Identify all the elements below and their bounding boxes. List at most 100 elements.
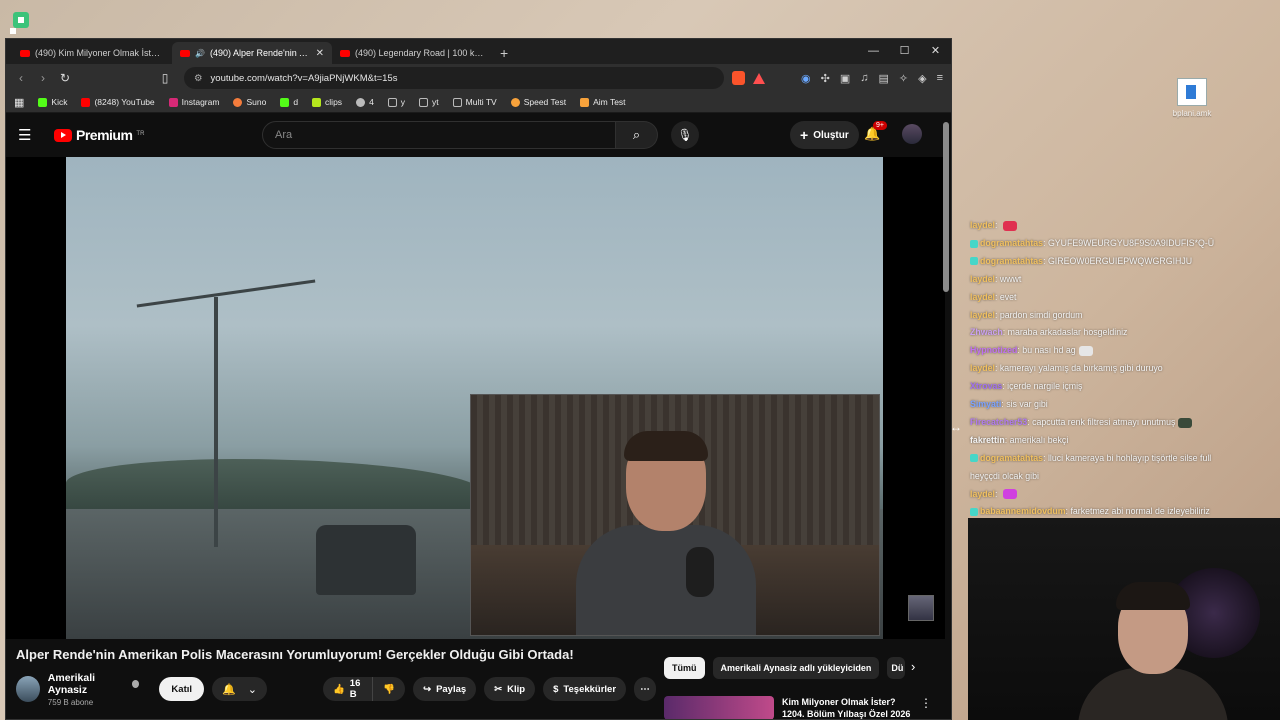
chat-username[interactable]: babaannemidovdum [980,506,1066,516]
tab-title: (490) Kim Milyoner Olmak İster? 120 [35,48,164,58]
menu-icon[interactable]: ≡ [937,72,943,84]
account-avatar[interactable] [902,124,922,144]
chat-message: Simyati: sis var gibi [970,399,1048,409]
scrollbar[interactable] [943,114,949,719]
chat-username[interactable]: dogramatahtas [980,256,1043,266]
voice-search-button[interactable]: 🎙 [671,121,699,149]
brave-shield-icon[interactable] [732,71,745,85]
screenshot-icon[interactable]: ▣ [840,72,850,85]
chat-username[interactable]: Hypnotized [970,345,1017,355]
bookmark-item[interactable]: Kick [38,97,67,107]
youtube-logo[interactable]: Premium TR [54,127,144,143]
bookmark-item[interactable]: clips [312,97,342,107]
reload-icon[interactable]: ↻ [58,71,72,85]
forward-icon[interactable]: › [36,71,50,85]
leo-icon[interactable]: ✧ [899,72,908,85]
tab-3[interactable]: (490) Legendary Road | 100 km/h - Y [332,42,492,64]
chat-username[interactable]: laydel [970,489,995,499]
bookmark-item[interactable]: Instagram [168,97,219,107]
close-tab-icon[interactable]: ✕ [316,48,324,59]
chip-other[interactable]: Dü [887,657,906,679]
new-tab-button[interactable]: + [492,45,516,64]
chevron-right-icon[interactable]: › [911,659,915,674]
bookmark-item[interactable]: (8248) YouTube [81,97,155,107]
tab-1[interactable]: (490) Kim Milyoner Olmak İster? 120 [12,42,172,64]
wallet-icon[interactable]: ▤ [878,72,888,85]
extension-icon[interactable]: ◉ [801,72,811,85]
minimize-button[interactable]: — [858,39,889,64]
more-icon[interactable]: ⋮ [920,696,932,719]
bookmark-item[interactable]: 4 [356,97,374,107]
recommended-video[interactable]: Kim Milyoner Olmak İster? 1204. Bölüm Yı… [664,696,932,719]
chat-text: sis var gibi [1006,399,1048,409]
subscriber-count: 759 B abone [47,697,94,707]
chat-username[interactable]: Zhwach [970,327,1003,337]
tab-2[interactable]: 🔊 (490) Alper Rende'nin Amerik ✕ [172,42,332,64]
notifications-button[interactable]: 🔔 9+ [864,121,887,142]
subscription-bell-button[interactable]: 🔔 ⌄ [212,677,267,701]
video-frame[interactable] [66,157,883,639]
chat-username[interactable]: laydel [970,220,995,230]
share-button[interactable]: ↪ Paylaş [413,677,477,701]
url-field[interactable]: ⚙ youtube.com/watch?v=A9jiaPNjWKM&t=15s [184,67,724,89]
bookmark-folder[interactable]: yt [419,97,439,107]
chat-username[interactable]: fakrettin [970,435,1005,445]
close-window-button[interactable]: ✕ [920,39,951,64]
more-actions-button[interactable]: ⋯ [634,677,657,701]
youtube-header: ☰ Premium TR Ara ⌕ 🎙 + Oluştur 🔔 9+ [6,114,951,156]
chat-username[interactable]: dogramatahtas [980,238,1043,248]
extension-icons: ◉ ✣ ▣ ♫ ▤ ✧ ◈ ≡ [801,72,943,85]
search-input[interactable]: Ara [262,121,616,149]
like-count: 16 B [349,678,361,700]
vpn-icon[interactable]: ◈ [918,72,926,85]
bookmark-item[interactable]: d [280,97,298,107]
maximize-button[interactable]: ☐ [889,39,920,64]
desktop-app-icon[interactable] [10,10,32,34]
bell-icon: 🔔 [222,683,236,696]
chat-username[interactable]: laydel [970,310,995,320]
hamburger-menu-icon[interactable]: ☰ [18,126,42,144]
youtube-page: ☰ Premium TR Ara ⌕ 🎙 + Oluştur 🔔 9+ Alpe… [6,114,951,719]
channel-watermark[interactable] [908,595,934,621]
bookmark-item[interactable]: Speed Test [510,97,566,107]
chat-username[interactable]: laydel [970,292,995,302]
video-player[interactable] [6,157,945,639]
join-button[interactable]: Katıl [159,677,205,701]
dislike-button[interactable]: 👎 [373,677,406,701]
music-icon[interactable]: ♫ [860,72,868,84]
chat-username[interactable]: Simyati [970,399,1001,409]
bookmark-icon[interactable]: ▯ [158,71,172,85]
channel-name[interactable]: Amerikali Aynasiz [48,672,140,696]
chat-badge-icon [970,454,978,463]
chat-username[interactable]: laydel [970,363,995,373]
chat-username[interactable]: Firecatcher53 [970,417,1027,427]
desktop-file[interactable]: bplani.amk [1168,78,1216,118]
chip-all[interactable]: Tümü [664,657,705,679]
video-thumbnail[interactable] [664,696,774,719]
like-button[interactable]: 👍 16 B [322,677,374,701]
bookmark-item[interactable]: Aim Test [580,97,626,107]
streamer-figure [576,431,756,635]
scrollbar-thumb[interactable] [943,122,949,292]
desktop-file-label: bplani.amk [1172,109,1212,118]
thanks-button[interactable]: $ Teşekkürler [543,677,627,701]
bookmark-item[interactable]: Suno [233,97,266,107]
bookmark-item[interactable]: Multi TV [452,97,497,107]
channel-avatar[interactable] [16,676,40,702]
back-icon[interactable]: ‹ [14,71,28,85]
chip-from-uploader[interactable]: Amerikali Aynasiz adlı yükleyiciden [712,657,880,679]
chat-username[interactable]: dogramatahtas [980,453,1043,463]
site-info-icon[interactable]: ⚙ [194,73,203,84]
bookmark-folder[interactable]: y [387,97,405,107]
search-button[interactable]: ⌕ [616,121,658,149]
recommended-title[interactable]: Kim Milyoner Olmak İster? 1204. Bölüm Yı… [782,696,912,719]
region-code: TR [136,131,145,137]
apps-icon[interactable]: ▦ [14,96,24,109]
create-button[interactable]: + Oluştur [790,121,859,149]
address-bar-row: ‹ › ↻ ▯ ⚙ youtube.com/watch?v=A9jiaPNjWK… [6,64,951,92]
chat-username[interactable]: laydel [970,274,995,284]
puzzle-icon[interactable]: ✣ [821,72,830,85]
rewards-icon[interactable] [753,72,765,84]
clip-button[interactable]: ✂ Klip [484,677,536,701]
chat-username[interactable]: Xtrovas [970,381,1002,391]
